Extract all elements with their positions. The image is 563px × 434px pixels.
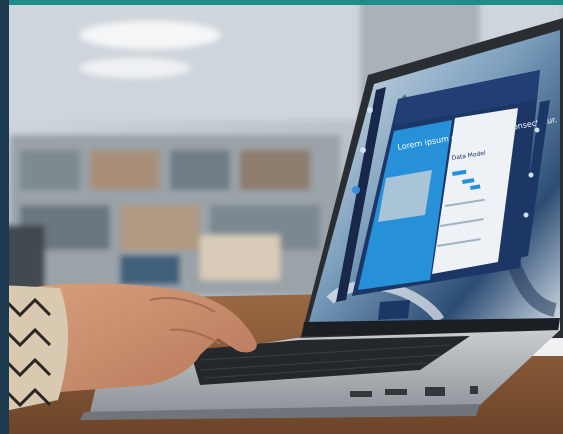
photo-scene: Lorem ipsum dolor sit amet consectetur. … [0,0,563,434]
sidebar-icon[interactable] [367,107,373,113]
scene-illustration: Lorem ipsum dolor sit amet consectetur. … [0,0,563,434]
usb-port [385,389,407,395]
audio-port [470,386,478,394]
toolbar-icon[interactable] [534,127,540,133]
left-accent-strip [0,0,9,434]
sidebar-icon-active[interactable] [352,186,360,194]
ethernet-port [425,387,445,396]
floating-dock [378,300,410,320]
toolbar-icon[interactable] [523,212,529,218]
toolbar-icon[interactable] [528,172,534,178]
top-accent-strip [0,0,563,5]
sidebar-icon[interactable] [360,147,366,153]
usb-port [350,391,372,397]
